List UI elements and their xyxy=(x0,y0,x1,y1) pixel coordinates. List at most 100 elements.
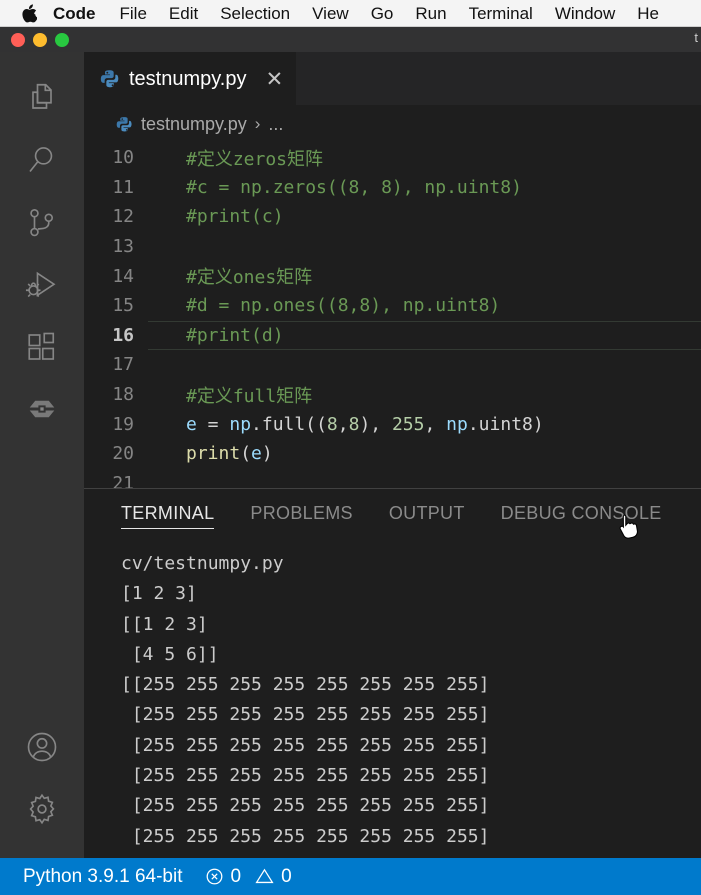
code-token: #定义full矩阵 xyxy=(186,385,313,407)
remote-explorer-icon[interactable] xyxy=(0,378,84,440)
terminal-output[interactable]: cv/testnumpy.py [1 2 3] [[1 2 3] [4 5 6]] [… xyxy=(84,537,701,858)
code-line-text: print(e) xyxy=(148,443,273,464)
code-line[interactable]: 21 xyxy=(84,469,701,488)
code-line[interactable]: 11 #c = np.zeros((8, 8), np.uint8) xyxy=(84,173,701,203)
python-file-icon xyxy=(100,69,120,89)
code-token: = xyxy=(196,413,230,435)
menu-item-go[interactable]: Go xyxy=(371,0,394,26)
code-line-text: #c = np.zeros((8, 8), np.uint8) xyxy=(148,177,522,198)
code-line-text: #print(c) xyxy=(148,206,284,227)
status-interpreter-label: Python 3.9.1 64-bit xyxy=(23,865,183,887)
code-token: 255 xyxy=(391,413,425,435)
terminal-line: [4 5 6]] xyxy=(121,643,219,665)
code-line[interactable]: 13 xyxy=(84,232,701,262)
code-line-text: #定义zeros矩阵 xyxy=(148,145,323,171)
status-python-interpreter[interactable]: Python 3.9.1 64-bit xyxy=(23,866,183,888)
code-line[interactable]: 18 #定义full矩阵 xyxy=(84,380,701,410)
line-number: 11 xyxy=(112,176,134,198)
code-line[interactable]: 10 #定义zeros矩阵 xyxy=(84,143,701,173)
code-token: ( xyxy=(240,443,252,465)
terminal-line: cv/testnumpy.py xyxy=(121,553,284,574)
explorer-files-icon[interactable] xyxy=(0,68,84,130)
menu-item-view[interactable]: View xyxy=(312,0,349,26)
code-token: e xyxy=(186,413,197,435)
search-icon[interactable] xyxy=(0,130,84,192)
close-icon[interactable]: ✕ xyxy=(264,69,284,90)
terminal-line: [255 255 255 255 255 255 255 255] xyxy=(121,704,490,726)
python-file-icon xyxy=(116,116,133,133)
editor-area: testnumpy.py ✕ testnumpy.py › ... 10 #定义z… xyxy=(84,52,701,488)
code-token: #定义ones矩阵 xyxy=(186,267,313,289)
code-token: #c = np.zeros((8, 8), np.uint8) xyxy=(186,176,522,198)
account-icon[interactable] xyxy=(0,716,84,778)
menu-item-help[interactable]: He xyxy=(637,0,659,26)
code-line-text: #定义ones矩阵 xyxy=(148,263,312,289)
panel-tab-problems[interactable]: PROBLEMS xyxy=(250,489,352,537)
run-and-debug-icon[interactable] xyxy=(0,254,84,316)
code-token: np xyxy=(229,413,252,435)
source-control-icon[interactable] xyxy=(0,192,84,254)
status-bar: Python 3.9.1 64-bit 0 0 xyxy=(0,858,701,895)
code-token: .full(( xyxy=(251,413,327,435)
panel-tab-output[interactable]: OUTPUT xyxy=(389,489,465,537)
panel-tab-debug-console[interactable]: DEBUG CONSOLE xyxy=(501,489,662,537)
code-line[interactable]: 16 #print(d) xyxy=(84,320,701,351)
status-problems[interactable]: 0 0 xyxy=(205,866,292,888)
activity-bar xyxy=(0,52,84,858)
code-line-text: e = np.full((8,8), 255, np.uint8) xyxy=(148,414,544,435)
code-token: print xyxy=(186,443,241,465)
line-number: 19 xyxy=(112,413,134,435)
warning-triangle-icon xyxy=(255,867,274,886)
gear-icon[interactable] xyxy=(0,778,84,840)
window-controls xyxy=(11,32,69,47)
menu-item-run[interactable]: Run xyxy=(415,0,446,26)
line-number: 21 xyxy=(112,472,134,488)
terminal-line: [[255 255 255 255 255 255 255 255] xyxy=(121,674,490,696)
maximize-window-button[interactable] xyxy=(55,32,69,47)
code-line-text: #print(d) xyxy=(148,325,284,346)
code-line[interactable]: 14 #定义ones矩阵 xyxy=(84,261,701,291)
menu-item-selection[interactable]: Selection xyxy=(220,0,290,26)
menu-item-terminal[interactable]: Terminal xyxy=(469,0,533,26)
code-line[interactable]: 17 xyxy=(84,350,701,380)
close-window-button[interactable] xyxy=(11,32,25,47)
vscode-window: Code File Edit Selection View Go Run Ter… xyxy=(0,0,701,895)
code-line[interactable]: 12 #print(c) xyxy=(84,202,701,232)
line-number: 10 xyxy=(112,147,134,169)
line-number: 13 xyxy=(112,236,134,258)
line-number: 18 xyxy=(112,384,134,406)
panel-tab-bar: TERMINAL PROBLEMS OUTPUT DEBUG CONSOLE xyxy=(84,489,701,537)
code-line-text: #d = np.ones((8,8), np.uint8) xyxy=(148,295,500,316)
chevron-right-icon: › xyxy=(254,114,261,133)
code-token: , xyxy=(337,413,349,435)
apple-logo-icon[interactable] xyxy=(20,3,37,23)
status-warning-count: 0 xyxy=(281,865,292,887)
code-token: , xyxy=(424,413,447,435)
code-line[interactable]: 15 #d = np.ones((8,8), np.uint8) xyxy=(84,291,701,321)
editor-tab-testnumpy[interactable]: testnumpy.py ✕ xyxy=(84,52,297,105)
code-line[interactable]: 20 print(e) xyxy=(84,439,701,469)
menu-item-edit[interactable]: Edit xyxy=(169,0,198,26)
terminal-line: [1 2 3] xyxy=(121,583,197,605)
window-title: t xyxy=(694,30,698,45)
code-token: #d = np.ones((8,8), np.uint8) xyxy=(186,295,501,317)
status-error-count: 0 xyxy=(230,865,242,887)
code-token: ) xyxy=(261,443,273,465)
code-token: #print(d) xyxy=(186,324,284,346)
code-editor[interactable]: 10 #定义zeros矩阵 11 #c = np.zeros((8, 8), np.u… xyxy=(84,143,701,488)
panel-tab-terminal[interactable]: TERMINAL xyxy=(121,489,215,537)
line-number: 12 xyxy=(112,206,134,228)
editor-tab-label: testnumpy.py xyxy=(129,67,247,90)
extensions-icon[interactable] xyxy=(0,316,84,378)
code-token: np xyxy=(446,413,468,435)
breadcrumb-file[interactable]: testnumpy.py xyxy=(141,114,247,135)
code-token: 8 xyxy=(326,413,338,435)
code-line[interactable]: 19 e = np.full((8,8), 255, np.uint8) xyxy=(84,409,701,439)
minimize-window-button[interactable] xyxy=(33,32,47,47)
menu-item-window[interactable]: Window xyxy=(555,0,615,26)
window-title-bar: t xyxy=(0,27,701,52)
breadcrumb-more[interactable]: ... xyxy=(268,114,283,135)
code-line-text: #定义full矩阵 xyxy=(148,382,312,408)
menu-item-code[interactable]: Code xyxy=(53,0,96,26)
menu-item-file[interactable]: File xyxy=(120,0,147,26)
